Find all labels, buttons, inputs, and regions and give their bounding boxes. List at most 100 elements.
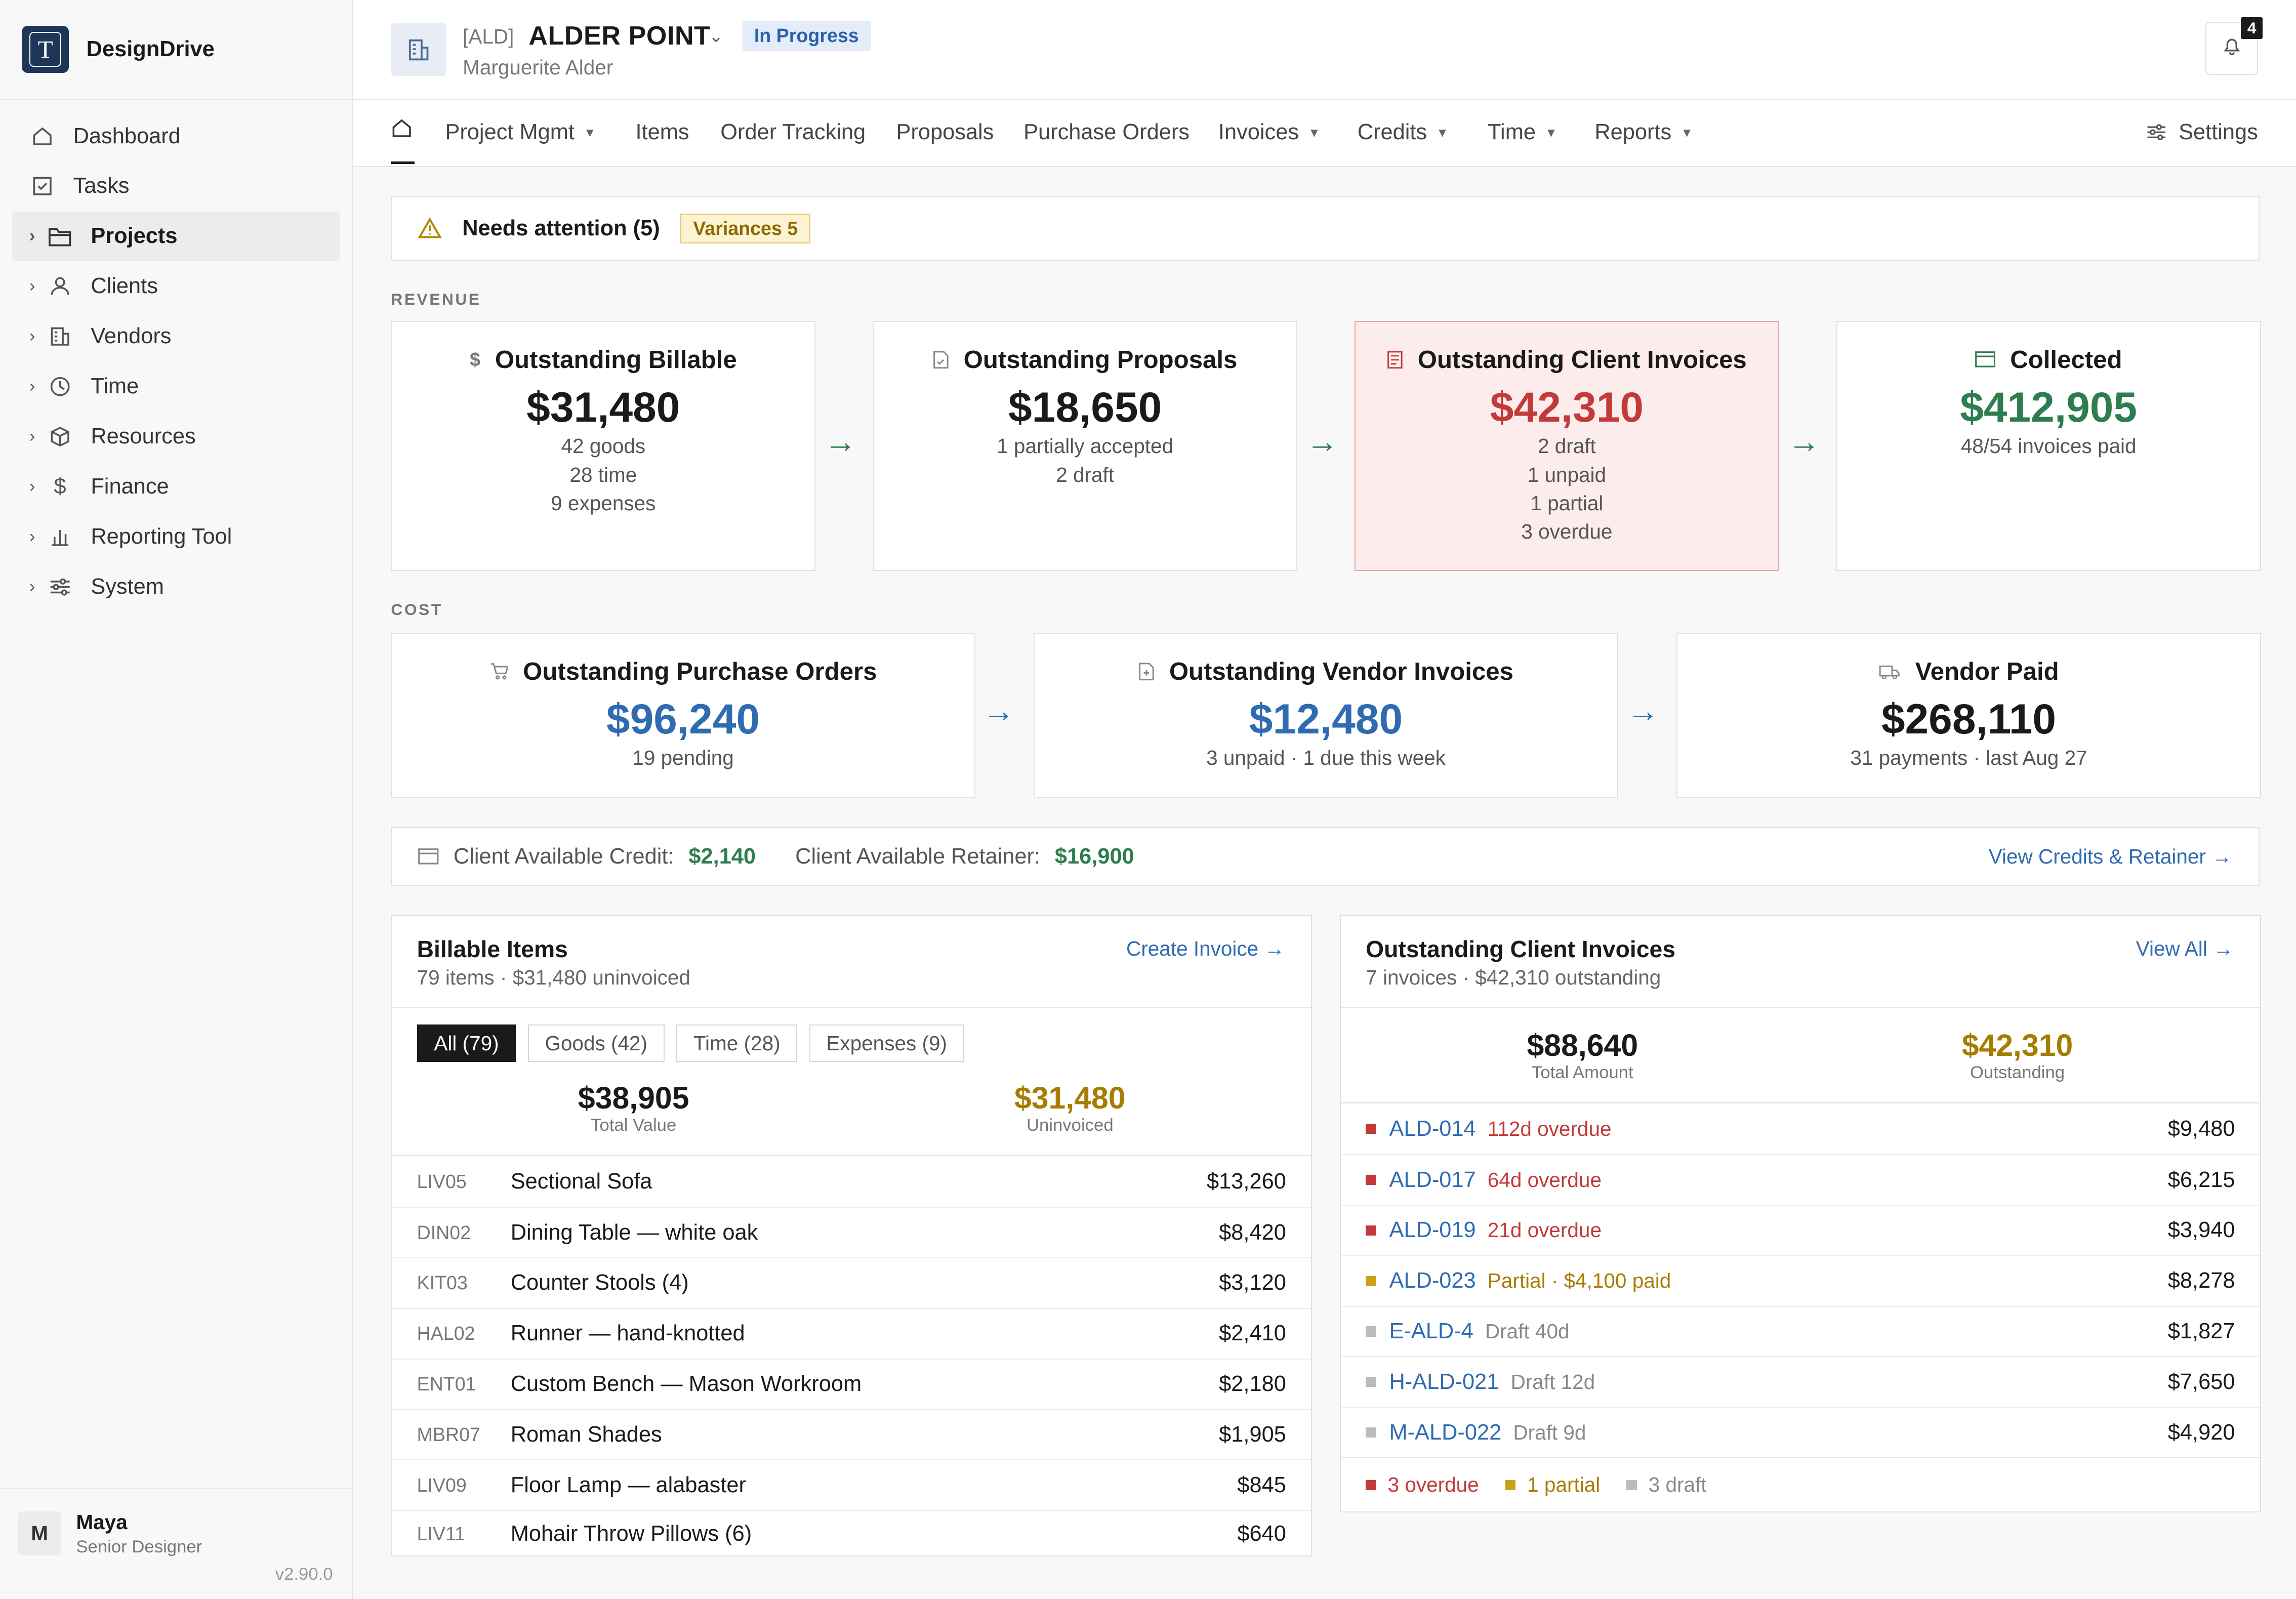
item-amount: $845 — [1237, 1472, 1286, 1497]
view-all-link[interactable]: View All → — [2136, 937, 2234, 961]
project-code: [ALD] — [463, 25, 514, 49]
invoice-row[interactable]: H-ALD-021 Draft 12d $7,650 — [1341, 1356, 2260, 1407]
project-name[interactable]: ALDER POINT — [528, 21, 710, 51]
invoice-id[interactable]: ALD-019 — [1389, 1218, 1475, 1243]
sidebar-item-label: Clients — [91, 274, 158, 299]
settings-button[interactable]: Settings — [2146, 120, 2258, 145]
item-name: Counter Stools (4) — [510, 1270, 689, 1295]
card-value: $268,110 — [1881, 695, 2057, 743]
tab-home[interactable] — [391, 117, 415, 164]
brand[interactable]: T DesignDrive — [0, 0, 352, 100]
sidebar-item-tasks[interactable]: Tasks — [12, 161, 340, 211]
invoice-row[interactable]: ALD-014 112d overdue $9,480 — [1341, 1103, 2260, 1154]
table-row[interactable]: DIN02 Dining Table — white oak $8,420 — [392, 1207, 1311, 1257]
card-value: $96,240 — [606, 695, 760, 743]
clock-icon — [47, 375, 73, 398]
variances-badge[interactable]: Variances 5 — [680, 214, 811, 243]
sidebar-item-reporting-tool[interactable]: › Reporting Tool — [12, 512, 340, 561]
chevron-down-icon: ▾ — [1439, 125, 1446, 141]
table-row[interactable]: KIT03 Counter Stools (4) $3,120 — [392, 1257, 1311, 1308]
status-draft-marker — [1366, 1427, 1376, 1438]
card-outstanding-client-invoices[interactable]: Outstanding Client Invoices $42,310 2 dr… — [1354, 320, 1779, 571]
filter-all[interactable]: All (79) — [417, 1024, 516, 1062]
sidebar-item-system[interactable]: › System — [12, 562, 340, 611]
tab-credits[interactable]: Credits ▾ — [1358, 120, 1446, 145]
card-line: 3 overdue — [1521, 520, 1613, 544]
sidebar-item-label: Tasks — [73, 174, 130, 198]
tab-project-mgmt[interactable]: Project Mgmt ▾ — [445, 120, 593, 145]
attention-title: Needs attention (5) — [462, 216, 660, 240]
sidebar-item-projects[interactable]: › Projects — [12, 211, 341, 262]
invoice-id[interactable]: H-ALD-021 — [1389, 1370, 1499, 1395]
sidebar-item-dashboard[interactable]: Dashboard — [12, 111, 340, 161]
arrow-right-icon: → — [1788, 424, 1820, 460]
invoice-id[interactable]: ALD-023 — [1389, 1268, 1475, 1293]
table-row[interactable]: LIV09 Floor Lamp — alabaster $845 — [392, 1459, 1311, 1510]
card-vendor-paid[interactable]: Vendor Paid $268,110 31 payments · last … — [1676, 632, 2261, 798]
invoice-amount: $9,480 — [2167, 1116, 2235, 1141]
tab-proposals[interactable]: Proposals — [896, 120, 994, 145]
filter-goods[interactable]: Goods (42) — [527, 1024, 665, 1062]
invoice-row[interactable]: ALD-023 Partial · $4,100 paid $8,278 — [1341, 1255, 2260, 1306]
table-row[interactable]: LIV05 Sectional Sofa $13,260 — [392, 1156, 1311, 1207]
invoice-note: Draft 40d — [1485, 1319, 1570, 1343]
status-overdue-marker — [1366, 1225, 1376, 1236]
needs-attention-bar[interactable]: Needs attention (5) Variances 5 — [391, 196, 2260, 261]
card-outstanding-billable[interactable]: $ Outstanding Billable $31,480 42 goods 2… — [391, 320, 816, 571]
sidebar-item-finance[interactable]: › $ Finance — [12, 462, 340, 511]
item-code: LIV09 — [417, 1474, 467, 1496]
card-collected[interactable]: Collected $412,905 48/54 invoices paid — [1836, 320, 2261, 571]
invoice-id[interactable]: ALD-014 — [1389, 1117, 1475, 1141]
tab-label: Time — [1488, 120, 1536, 145]
invoice-row[interactable]: M-ALD-022 Draft 9d $4,920 — [1341, 1407, 2260, 1457]
project-header: [ALD] ALDER POINT ⌄ In Progress Margueri… — [353, 0, 2296, 100]
tab-purchase-orders[interactable]: Purchase Orders — [1023, 120, 1190, 145]
user-profile[interactable]: M Maya Senior Designer — [0, 1488, 352, 1564]
chevron-right-icon: › — [29, 476, 35, 496]
chevron-right-icon: › — [29, 276, 35, 296]
table-row[interactable]: MBR07 Roman Shades $1,905 — [392, 1409, 1311, 1460]
sidebar-item-resources[interactable]: › Resources — [12, 412, 340, 461]
table-row[interactable]: HAL02 Runner — hand-knotted $2,410 — [392, 1307, 1311, 1359]
tab-label: Proposals — [896, 120, 994, 145]
project-client[interactable]: Marguerite Alder — [463, 56, 613, 79]
sidebar-item-clients[interactable]: › Clients — [12, 262, 340, 311]
invoice-id[interactable]: M-ALD-022 — [1389, 1420, 1501, 1445]
invoice-id[interactable]: E-ALD-4 — [1389, 1319, 1473, 1344]
invoice-row[interactable]: ALD-019 21d overdue $3,940 — [1341, 1204, 2260, 1255]
sidebar-item-label: Resources — [91, 424, 196, 449]
document-check-icon — [933, 350, 949, 370]
item-code: LIV05 — [417, 1170, 467, 1192]
card-outstanding-proposals[interactable]: Outstanding Proposals $18,650 1 partiall… — [873, 320, 1298, 571]
invoice-row[interactable]: E-ALD-4 Draft 40d $1,827 — [1341, 1305, 2260, 1357]
chevron-right-icon: › — [29, 427, 35, 446]
chevron-down-icon[interactable]: ⌄ — [709, 26, 723, 47]
invoice-id[interactable]: ALD-017 — [1389, 1168, 1475, 1193]
tab-reports[interactable]: Reports ▾ — [1594, 120, 1691, 145]
arrow-right-icon: → — [2211, 844, 2232, 868]
item-code: DIN02 — [417, 1221, 471, 1243]
card-outstanding-purchase-orders[interactable]: Outstanding Purchase Orders $96,240 19 p… — [391, 632, 975, 798]
legend-partial: 1 partial — [1505, 1473, 1600, 1497]
chevron-right-icon: › — [29, 526, 35, 546]
notifications-button[interactable]: 4 — [2205, 17, 2263, 75]
tab-items[interactable]: Items — [636, 120, 689, 145]
status-overdue-marker — [1366, 1174, 1376, 1185]
divider — [392, 1007, 1311, 1009]
sidebar-item-vendors[interactable]: › Vendors — [12, 312, 340, 361]
table-row[interactable]: LIV11 Mohair Throw Pillows (6) $640 — [392, 1510, 1311, 1557]
table-row[interactable]: ENT01 Custom Bench — Mason Workroom $2,180 — [392, 1358, 1311, 1409]
view-credits-link[interactable]: View Credits & Retainer → — [1989, 845, 2232, 869]
filter-expenses[interactable]: Expenses (9) — [809, 1024, 964, 1062]
sidebar-item-time[interactable]: › Time — [12, 361, 340, 411]
tab-time[interactable]: Time ▾ — [1488, 120, 1554, 145]
tab-invoices[interactable]: Invoices ▾ — [1218, 120, 1318, 145]
filter-time[interactable]: Time (28) — [676, 1024, 798, 1062]
invoice-row[interactable]: ALD-017 64d overdue $6,215 — [1341, 1154, 2260, 1205]
invoice-amount: $3,940 — [2167, 1218, 2235, 1243]
tab-order-tracking[interactable]: Order Tracking — [720, 120, 866, 145]
panel-subtitle: 79 items · $31,480 uninvoiced — [417, 966, 690, 990]
create-invoice-link[interactable]: Create Invoice → — [1126, 937, 1285, 961]
sidebar-item-label: System — [91, 574, 164, 599]
card-outstanding-vendor-invoices[interactable]: Outstanding Vendor Invoices $12,480 3 un… — [1034, 632, 1618, 798]
